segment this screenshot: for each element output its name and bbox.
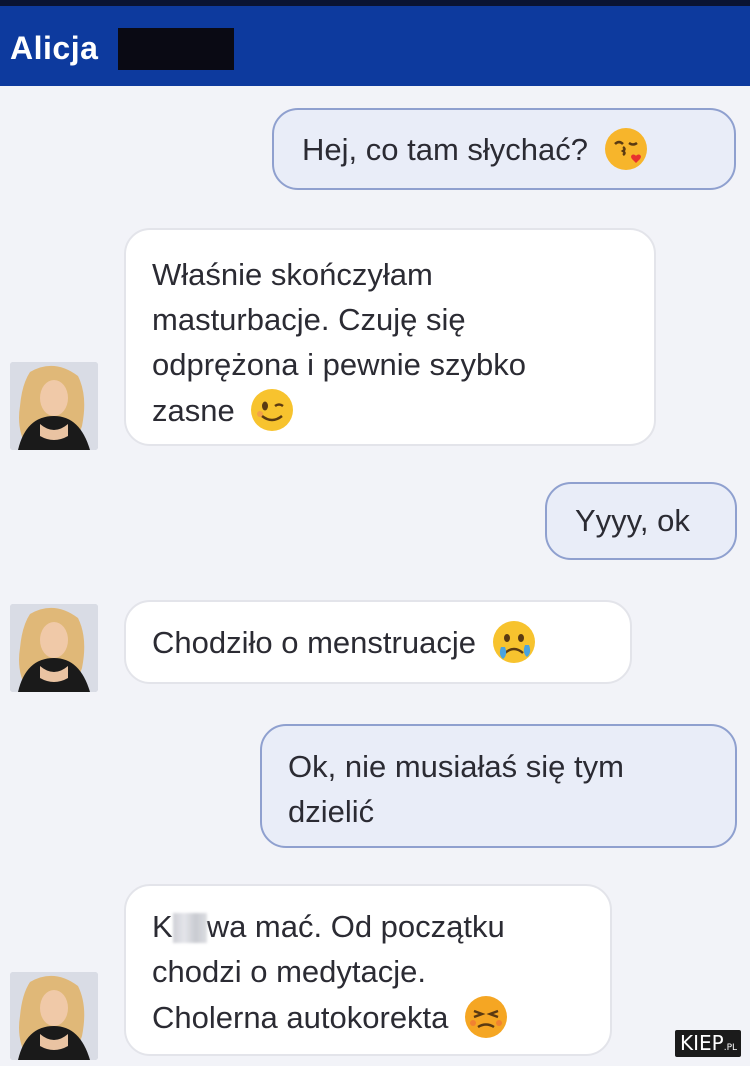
- message-text: Cholerna autokorekta: [152, 1000, 449, 1035]
- message-text: Chodziło o menstruacje: [152, 625, 476, 660]
- message-line: Ok, nie musiałaś się tym: [288, 749, 624, 784]
- incoming-message[interactable]: Chodziło o menstruacje: [124, 600, 632, 684]
- message-text: wa mać. Od początku: [206, 909, 505, 944]
- message-line: zasne: [152, 387, 654, 433]
- avatar[interactable]: [10, 604, 98, 692]
- logo-suffix: .PL: [723, 1043, 738, 1053]
- message-line: Cholerna autokorekta: [152, 994, 610, 1040]
- message-text: Yyyy, ok: [575, 503, 690, 538]
- persevering-face-icon: [465, 996, 508, 1038]
- chat-header: Alicja: [0, 0, 750, 86]
- incoming-message[interactable]: Właśnie skończyłam masturbacje. Czuję si…: [124, 228, 656, 446]
- outgoing-message[interactable]: Hej, co tam słychać?: [272, 108, 736, 190]
- logo-text: KIEP: [680, 1031, 724, 1055]
- incoming-message[interactable]: Kwa mać. Od początku chodzi o medytacje.…: [124, 884, 612, 1056]
- message-line: masturbacje. Czuję się: [152, 302, 466, 337]
- avatar-photo: [10, 972, 98, 1060]
- kiep-logo: KIEP.PL: [675, 1030, 741, 1057]
- contact-name[interactable]: Alicja: [10, 30, 98, 67]
- message-line: chodzi o medytacje.: [152, 954, 426, 989]
- avatar-photo: [10, 362, 98, 450]
- outgoing-message[interactable]: Ok, nie musiałaś się tym dzielić: [260, 724, 737, 848]
- kissing-face-icon: [604, 128, 647, 170]
- sad-face-icon: [492, 621, 535, 663]
- censored-blur: [172, 913, 207, 943]
- message-line: odprężona i pewnie szybko: [152, 347, 526, 382]
- message-line: dzielić: [288, 794, 375, 829]
- message-text: zasne: [152, 393, 235, 428]
- redacted-surname: [118, 28, 234, 70]
- message-text: Hej, co tam słychać?: [302, 132, 588, 167]
- message-line: Właśnie skończyłam: [152, 257, 433, 292]
- avatar[interactable]: [10, 972, 98, 1060]
- winking-face-icon: [251, 389, 294, 431]
- avatar[interactable]: [10, 362, 98, 450]
- avatar-photo: [10, 604, 98, 692]
- message-text: K: [152, 909, 173, 944]
- outgoing-message[interactable]: Yyyy, ok: [545, 482, 737, 560]
- message-line: Kwa mać. Od początku: [152, 904, 610, 949]
